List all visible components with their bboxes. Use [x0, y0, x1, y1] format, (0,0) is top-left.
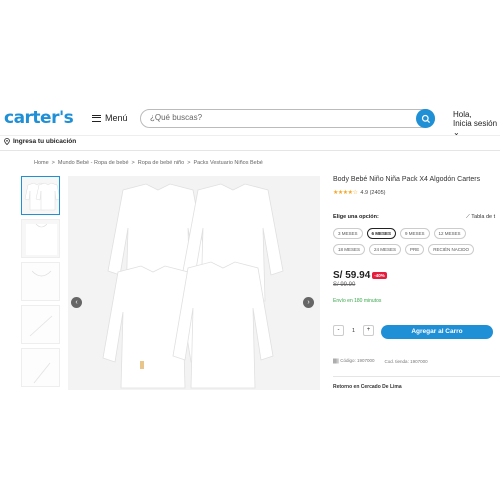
bodysuit-pack-image — [24, 182, 59, 211]
thumbnail-3[interactable] — [21, 262, 60, 301]
breadcrumb-separator: > — [51, 160, 55, 166]
bodysuit-detail-image — [26, 223, 57, 255]
menu-button[interactable]: Menú — [92, 113, 128, 123]
breadcrumb-home[interactable]: Home — [34, 160, 49, 166]
login-label: Inicia sesión ⌄ — [453, 119, 498, 137]
menu-label: Menú — [105, 113, 128, 123]
thumbnail-5[interactable] — [21, 348, 60, 387]
product-info: Body Bebé Niño Niña Pack X4 Algodón Cart… — [333, 176, 500, 389]
size-guide-link[interactable]: ⟋ Tabla de t — [466, 214, 495, 221]
price-value: S/ 59.94 — [333, 270, 371, 281]
delivery-info: Envío en 180 minutos — [333, 298, 382, 304]
size-option[interactable]: 12 MESES — [433, 228, 466, 239]
product-code-label: Código: 1907000 — [340, 358, 375, 364]
product-codes: Código: 1907000 Cod. tienda: 1907000 — [333, 358, 428, 364]
breadcrumb-separator: > — [187, 160, 191, 166]
size-option-selected[interactable]: 6 MESES — [366, 228, 397, 239]
divider — [333, 376, 500, 377]
bodysuit-pack-image — [102, 183, 284, 389]
increase-quantity-button[interactable]: + — [363, 325, 374, 336]
thumbnail-4[interactable] — [21, 305, 60, 344]
size-options: 3 MESES 6 MESES 9 MESES 12 MESES 18 MESE… — [333, 228, 500, 255]
quantity-stepper: - 1 + — [333, 325, 374, 336]
carters-logo[interactable]: carter's — [4, 108, 74, 128]
size-option[interactable]: 18 MESES — [333, 244, 366, 255]
bodysuit-fabric-image — [22, 349, 59, 386]
login-link[interactable]: Hola, Inicia sesión ⌄ — [453, 110, 500, 137]
product-main-image: ‹ › — [68, 176, 320, 390]
product-rating[interactable]: ★★★★☆ 4.9 (2405) — [333, 189, 500, 197]
search-input[interactable] — [150, 113, 410, 122]
next-image-button[interactable]: › — [303, 297, 314, 308]
current-price: S/ 59.94 -40% — [333, 270, 387, 281]
size-option[interactable]: RECIÉN NACIDO — [428, 244, 475, 255]
search-button[interactable] — [416, 109, 435, 128]
thumbnail-list — [21, 176, 61, 391]
size-guide-label: Tabla de t — [471, 214, 496, 220]
size-option[interactable]: 9 MESES — [400, 228, 430, 239]
breadcrumb-mundo-bebe[interactable]: Mundo Bebé - Ropa de bebé — [58, 160, 129, 166]
thumbnail-2[interactable] — [21, 219, 60, 258]
breadcrumb-separator: > — [131, 160, 135, 166]
breadcrumb-packs[interactable]: Packs Vestuario Niños Bebé — [193, 160, 262, 166]
pickup-info: Retorno en Cercado De Lima — [333, 384, 402, 389]
bodysuit-collar-image — [22, 263, 59, 300]
size-option[interactable]: 3 MESES — [333, 228, 363, 239]
rating-text: 4.9 (2405) — [360, 189, 386, 196]
location-label: Ingresa tu ubicación — [13, 138, 77, 145]
hamburger-icon — [92, 114, 101, 122]
previous-image-button[interactable]: ‹ — [71, 297, 82, 308]
add-to-cart-button[interactable]: Agregar al Carro — [381, 325, 493, 339]
discount-badge: -40% — [372, 272, 387, 279]
store-code: Cod. tienda: 1907000 — [384, 358, 428, 364]
search-bar — [140, 109, 435, 128]
location-pin-icon — [4, 138, 10, 145]
option-label: Elige una opción: — [333, 214, 379, 220]
quantity-value[interactable]: 1 — [344, 328, 363, 334]
breadcrumb: Home > Mundo Bebé - Ropa de bebé > Ropa … — [34, 160, 263, 166]
site-header: carter's Menú Hola, Inicia sesión ⌄ — [0, 100, 500, 137]
search-icon — [421, 114, 430, 123]
login-greeting: Hola, — [453, 110, 472, 119]
barcode-icon — [333, 358, 339, 364]
thumbnail-1[interactable] — [21, 176, 60, 215]
old-price: S/ 99.90 — [333, 282, 356, 288]
product-code: Código: 1907000 — [333, 358, 375, 364]
decrease-quantity-button[interactable]: - — [333, 325, 344, 336]
divider — [0, 150, 500, 151]
product-title: Body Bebé Niño Niña Pack X4 Algodón Cart… — [333, 176, 481, 183]
location-selector[interactable]: Ingresa tu ubicación — [4, 138, 76, 145]
size-option[interactable]: 24 MESES — [369, 244, 402, 255]
star-rating-icon: ★★★★☆ — [333, 190, 358, 196]
bodysuit-sleeve-image — [22, 306, 59, 343]
size-option[interactable]: PRE — [405, 244, 425, 255]
breadcrumb-ropa-nino[interactable]: Ropa de bebé niño — [138, 160, 184, 166]
